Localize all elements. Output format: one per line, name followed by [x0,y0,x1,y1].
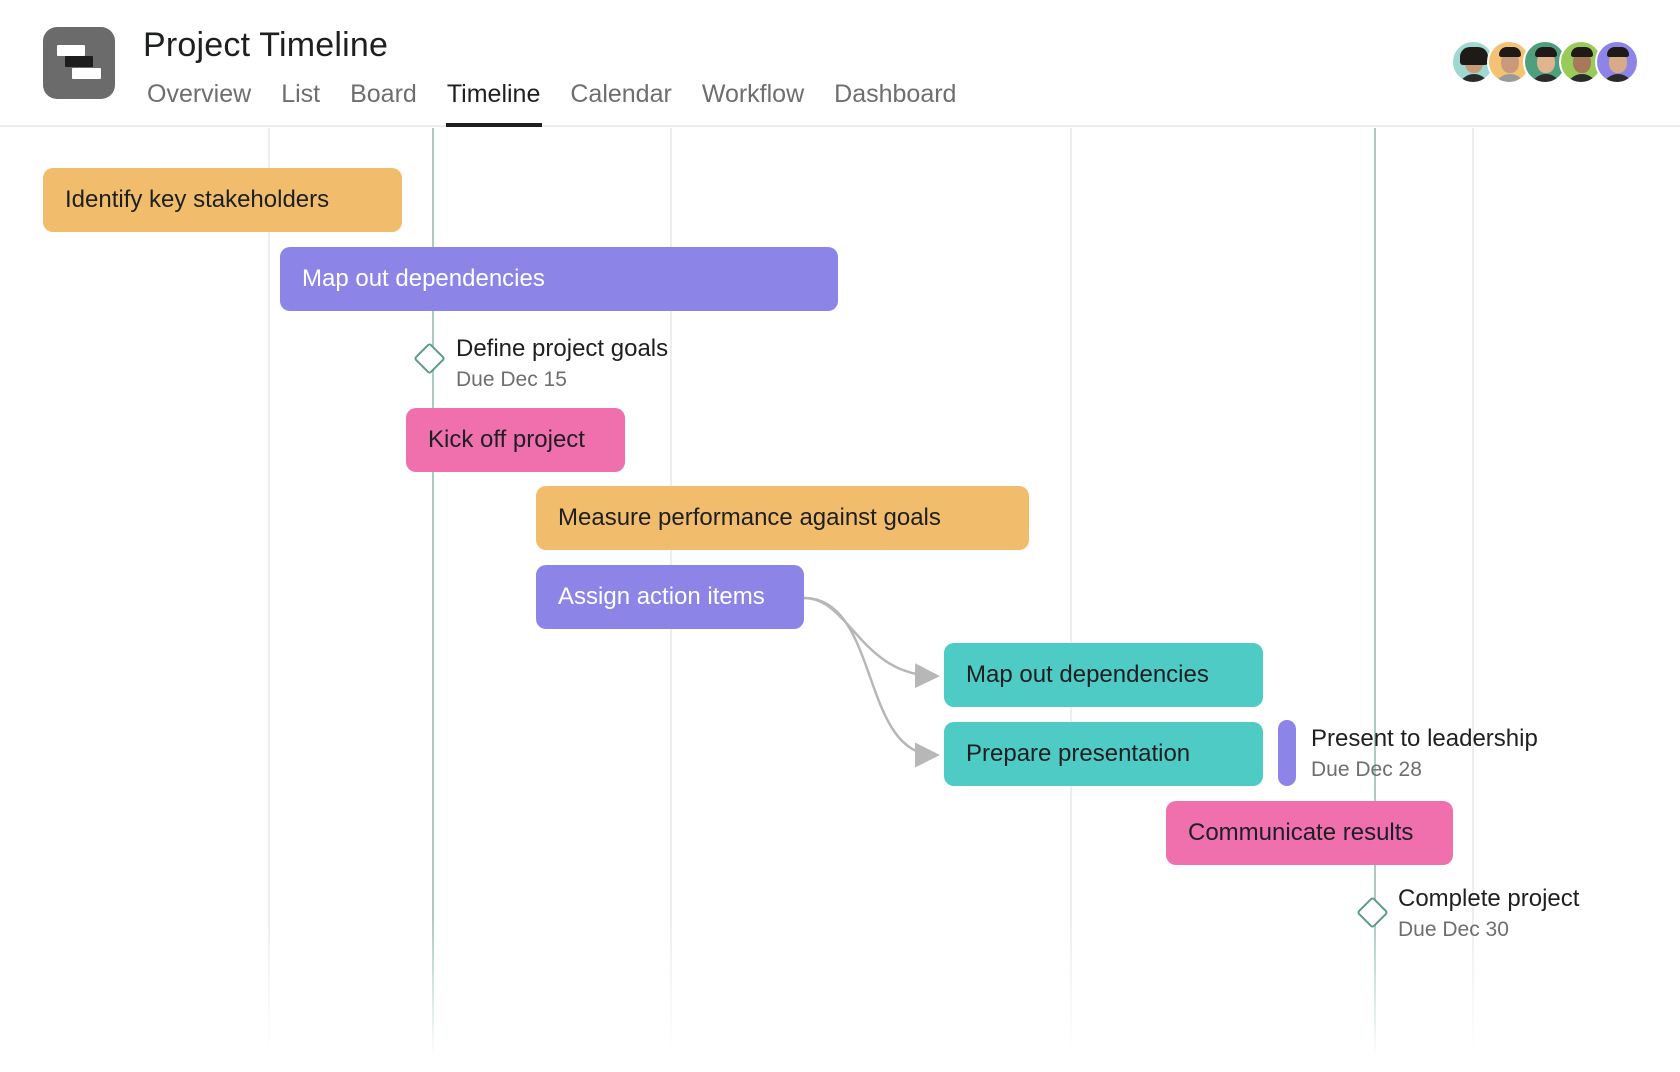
task-bar[interactable]: Measure performance against goals [536,486,1029,550]
tab-list[interactable]: List [281,80,320,127]
project-header: Project Timeline Overview List Board Tim… [0,0,1680,127]
task-bar[interactable]: Map out dependencies [280,247,838,311]
milestone-title: Define project goals [456,335,669,362]
task-bar[interactable]: Kick off project [406,408,625,472]
grid-line [268,128,270,1058]
project-title: Project Timeline [143,26,389,64]
tab-dashboard[interactable]: Dashboard [834,80,956,127]
task-bar[interactable]: Communicate results [1166,801,1453,865]
grid-line [1070,128,1072,1058]
timeline-logo-icon [43,27,115,99]
milestone-due: Due Dec 15 [456,368,567,391]
milestone-title: Complete project [1398,885,1580,912]
view-tabs: Overview List Board Timeline Calendar Wo… [147,80,986,127]
tab-workflow[interactable]: Workflow [702,80,804,127]
task-bar[interactable]: Prepare presentation [944,722,1263,786]
member-avatars[interactable] [1451,40,1639,84]
milestone-title: Present to leadership [1311,725,1538,752]
task-bar[interactable]: Map out dependencies [944,643,1263,707]
task-bar[interactable]: Assign action items [536,565,804,629]
milestone-due: Due Dec 30 [1398,918,1509,941]
tab-calendar[interactable]: Calendar [570,80,671,127]
milestone-due: Due Dec 28 [1311,758,1422,781]
avatar[interactable] [1595,40,1639,84]
tab-board[interactable]: Board [350,80,417,127]
task-bar[interactable]: Identify key stakeholders [43,168,402,232]
milestone-marker-icon [1278,720,1296,786]
tab-overview[interactable]: Overview [147,80,251,127]
tab-timeline[interactable]: Timeline [445,80,542,127]
